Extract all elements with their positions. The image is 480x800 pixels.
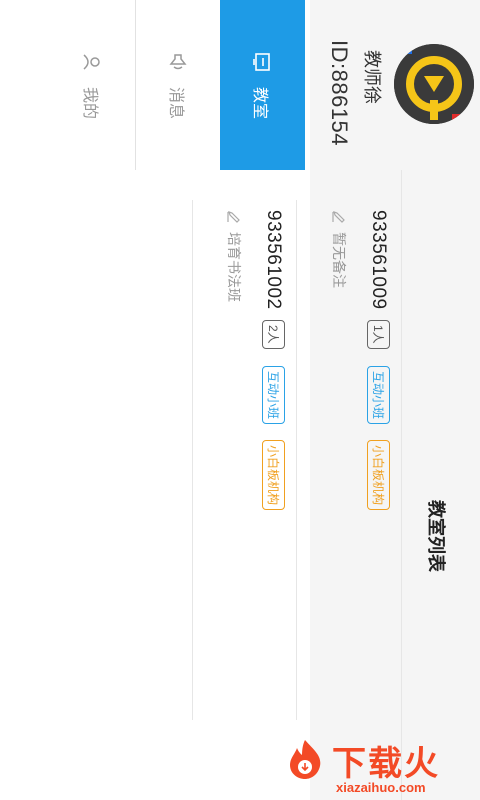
classroom-note: 培育书法班 (226, 232, 242, 302)
watermark-domain: xiazaihuo.com (336, 780, 426, 795)
org-tag: 小白板机构 (262, 440, 285, 511)
tab-messages-label: 消息 (167, 86, 184, 119)
flame-logo-icon (290, 740, 321, 779)
user-icon (83, 54, 101, 70)
classroom-note: 暂无备注 (331, 232, 347, 288)
tab-classroom[interactable]: 教室 (220, 0, 305, 170)
member-count-badge: 1人 (367, 320, 390, 349)
section-title: 教室列表 (426, 500, 446, 572)
avatar-logo-icon (394, 44, 474, 124)
classroom-item[interactable]: 933561002 2人 互动小班 小白板机构 培育书法班 (192, 200, 296, 800)
note-row[interactable]: 暂无备注 (329, 210, 349, 288)
tab-messages[interactable]: 消息 (135, 0, 220, 170)
edit-icon (332, 211, 345, 223)
profile-id: ID:886154 (327, 40, 352, 147)
tab-classroom-label: 教室 (251, 86, 269, 119)
app-root: 教师徐 ID:886154 教室 消息 我的 教室列表 933561009 1人… (0, 0, 480, 800)
speaker-icon (169, 54, 187, 70)
watermark-brand: 下载火 (332, 745, 440, 783)
note-row[interactable]: 培育书法班 (224, 210, 244, 302)
tab-mine[interactable]: 我的 (50, 0, 135, 170)
edit-icon (227, 211, 240, 223)
avatar[interactable] (394, 44, 474, 124)
member-count-badge: 2人 (262, 320, 285, 349)
classroom-item[interactable]: 933561009 1人 互动小班 小白板机构 暂无备注 (297, 200, 401, 800)
divider (296, 200, 297, 720)
classroom-icon (253, 53, 271, 71)
org-tag: 小白板机构 (367, 440, 390, 511)
divider (192, 200, 193, 720)
class-type-tag: 互动小班 (367, 366, 390, 425)
profile-name: 教师徐 (362, 50, 382, 104)
watermark: 下载火 xiazaihuo.com (276, 734, 476, 800)
tab-mine-label: 我的 (81, 86, 99, 119)
classroom-id: 933561002 (263, 210, 284, 310)
divider (401, 170, 402, 800)
class-type-tag: 互动小班 (262, 366, 285, 425)
classroom-id: 933561009 (368, 210, 389, 310)
